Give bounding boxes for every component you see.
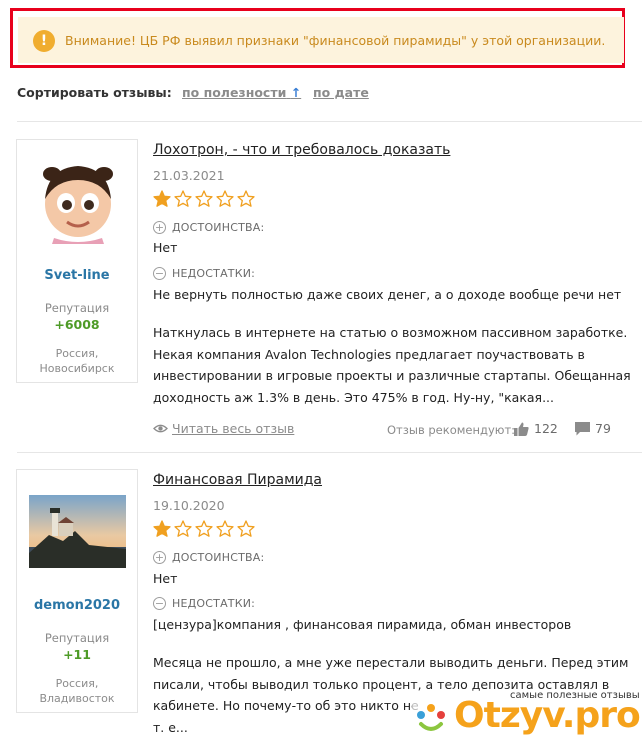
star-empty-icon [237,520,255,537]
reputation-value: +6008 [54,317,100,332]
star-filled-icon [153,190,171,207]
plus-icon: + [153,551,166,564]
cons-label: НЕДОСТАТКИ: [172,267,256,280]
reputation-label: Репутация [44,301,110,315]
star-empty-icon [174,190,192,207]
like-button[interactable]: 122 [514,421,558,436]
star-empty-icon [195,190,213,207]
pros-header: + ДОСТОИНСТВА: [153,221,264,234]
author-country: Россия, [55,347,99,360]
comment-icon [575,421,590,435]
cons-text: Не вернуть полностью даже своих денег, а… [153,287,622,302]
read-full-label: Читать весь отзыв [172,421,295,436]
comments-count: 79 [595,421,611,436]
watermark-logo-text: Otzyv.pro [454,695,641,736]
sort-by-usefulness-link[interactable]: по полезности ↑ [182,85,301,100]
eye-icon [153,424,168,433]
cons-label: НЕДОСТАТКИ: [172,597,256,610]
author-location: Россия, Новосибирск [17,346,137,376]
cons-header: − НЕДОСТАТКИ: [153,267,255,280]
warning-text: Внимание! ЦБ РФ выявил признаки "финансо… [65,33,606,48]
excerpt-line: инвестировании в игровые проекты и разли… [153,368,631,383]
review-date: 19.10.2020 [153,498,225,513]
review-title[interactable]: Финансовая Пирамида [153,472,322,488]
likes-count: 122 [534,421,558,436]
minus-icon: − [153,597,166,610]
recommended-label: Отзыв рекомендуют: [387,423,516,437]
rating-stars [153,520,255,538]
exclamation-icon: ! [33,30,55,52]
author-card: demon2020 Репутация +11 Россия, Владивос… [16,469,138,713]
pros-text: Нет [153,571,178,586]
sort-by-date-link[interactable]: по дате [313,85,369,100]
star-empty-icon [216,520,234,537]
sort-label: Сортировать отзывы: [17,85,172,100]
pros-header: + ДОСТОИНСТВА: [153,551,264,564]
thumbs-up-icon [514,422,529,436]
avatar[interactable] [34,154,121,244]
author-card: Svet-line Репутация +6008 Россия, Новоси… [16,139,138,383]
sort-by-usefulness-label: по полезности [182,85,287,100]
star-empty-icon [195,520,213,537]
divider [17,121,642,122]
pros-text: Нет [153,240,178,255]
author-name[interactable]: Svet-line [17,268,137,283]
comments-link[interactable]: 79 [575,421,611,436]
cons-header: − НЕДОСТАТКИ: [153,597,255,610]
reputation-value: +11 [63,647,91,662]
star-empty-icon [237,190,255,207]
plus-icon: + [153,221,166,234]
author-city: Владивосток [39,692,115,705]
divider [17,452,642,453]
excerpt-line: Наткнулась в интернете на статью о возмо… [153,325,628,340]
author-country: Россия, [55,677,99,690]
review-date: 21.03.2021 [153,168,225,183]
excerpt-line: доходность аж 1.3% в день. Это 475% в го… [153,389,554,405]
star-empty-icon [174,520,192,537]
avatar[interactable] [29,495,126,568]
arrow-up-icon: ↑ [290,85,302,100]
watermark-caption: самые полезные отзывы [506,690,642,701]
pros-label: ДОСТОИНСТВА: [172,551,265,564]
minus-icon: − [153,267,166,280]
review-title[interactable]: Лохотрон, - что и требовалось доказать [153,142,450,158]
reputation-label: Репутация [44,631,110,645]
excerpt-line: Месяца не прошло, а мне уже перестали вы… [153,655,629,670]
otzyv-logo-icon [417,704,445,731]
pros-label: ДОСТОИНСТВА: [172,221,265,234]
author-location: Россия, Владивосток [17,676,137,706]
star-empty-icon [216,190,234,207]
cons-text: [цензура]компания , финансовая пирамида,… [153,617,572,632]
review-excerpt: Наткнулась в интернете на статью о возмо… [153,322,631,408]
star-filled-icon [153,520,171,537]
rating-stars [153,190,255,208]
author-name[interactable]: demon2020 [17,598,137,613]
excerpt-line: Некая компания Avalon Technologies предл… [153,346,585,362]
read-full-review-link[interactable]: Читать весь отзыв [153,421,294,436]
author-city: Новосибирск [39,362,115,375]
